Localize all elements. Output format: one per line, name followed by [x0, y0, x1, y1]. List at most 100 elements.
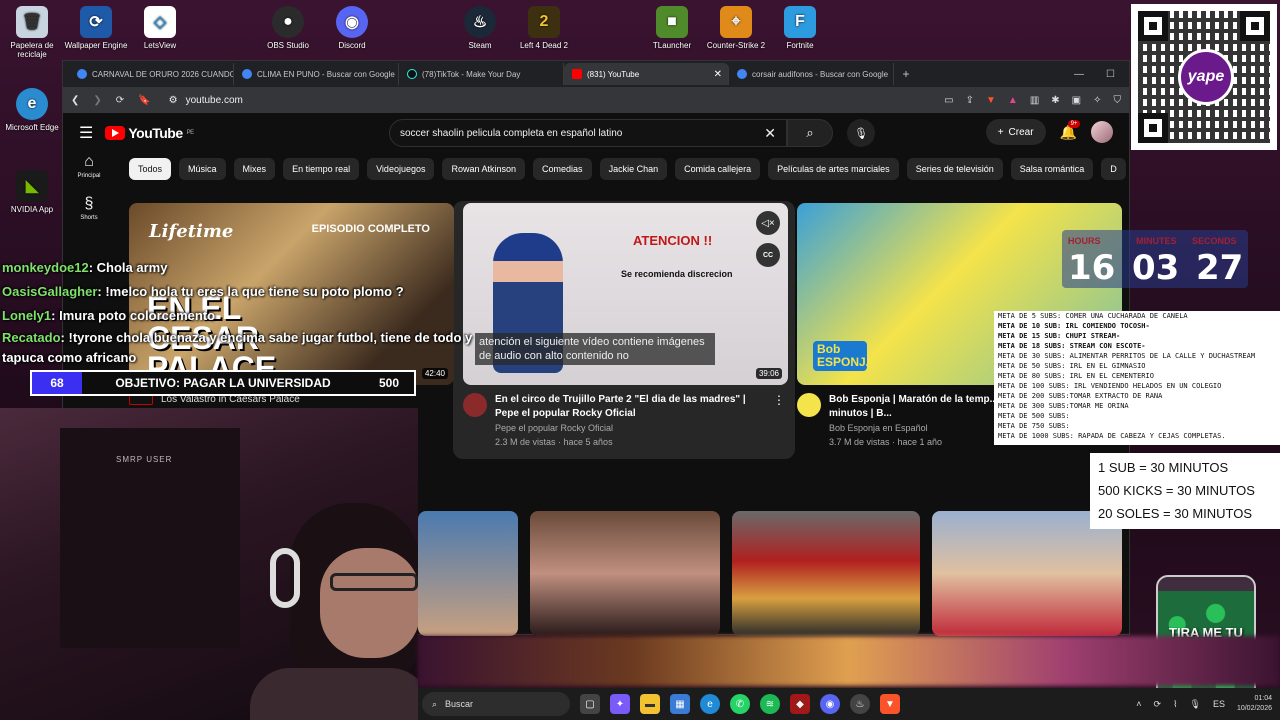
- chip[interactable]: Música: [179, 158, 226, 180]
- edge-icon[interactable]: e: [700, 694, 720, 714]
- avatar[interactable]: [1091, 121, 1113, 143]
- reload-icon[interactable]: ⟳: [116, 95, 124, 106]
- desktop-icon-recycle-bin[interactable]: 🗑 Papelera de reciclaje: [0, 6, 68, 59]
- address-bar[interactable]: ⚙ youtube.com: [169, 95, 243, 106]
- browser-tab[interactable]: CARNAVAL DE ORURO 2026 CUANDO: [69, 63, 234, 85]
- chip[interactable]: Comida callejera: [675, 158, 761, 180]
- brave-shield-icon[interactable]: ▼: [986, 95, 996, 106]
- timer-seconds-label: SECONDS: [1192, 236, 1237, 246]
- app-icon[interactable]: ◆: [790, 694, 810, 714]
- streamer-body: [250, 668, 418, 720]
- discord-icon[interactable]: ◉: [820, 694, 840, 714]
- channel-name[interactable]: Pepe el popular Rocky Oficial: [495, 423, 765, 433]
- vpn-icon[interactable]: ⛉: [1114, 95, 1122, 106]
- chevron-up-icon[interactable]: ˄: [1136, 699, 1141, 709]
- desktop-icon-steam[interactable]: ♨ Steam: [444, 6, 516, 50]
- search-input[interactable]: soccer shaolin pelicula completa en espa…: [389, 119, 787, 147]
- chip[interactable]: Películas de artes marciales: [768, 158, 899, 180]
- chip[interactable]: En tiempo real: [283, 158, 360, 180]
- search-button[interactable]: ⌕: [787, 119, 833, 147]
- desktop-icon-letsview[interactable]: ◇ LetsView: [124, 6, 196, 50]
- whatsapp-icon[interactable]: ✆: [730, 694, 750, 714]
- sync-icon[interactable]: ⟳: [1154, 699, 1162, 710]
- chip-all[interactable]: Todos: [129, 158, 172, 180]
- file-explorer-icon[interactable]: ▬: [640, 694, 660, 714]
- desktop-icon-fortnite[interactable]: F Fortnite: [764, 6, 836, 50]
- window-controls: — ☐: [1074, 69, 1129, 80]
- install-icon[interactable]: ▭: [944, 95, 953, 106]
- browser-tab-active[interactable]: (831) YouTube ✕: [564, 63, 729, 85]
- shorts-icon: §: [84, 195, 94, 212]
- desktop-icon-tlauncher[interactable]: ■ TLauncher: [636, 6, 708, 50]
- tab-bar: CARNAVAL DE ORURO 2026 CUANDO CLIMA EN P…: [63, 61, 1129, 87]
- short-thumbnail[interactable]: [530, 511, 720, 636]
- notifications-button[interactable]: 🔔 9+: [1060, 119, 1081, 141]
- clock[interactable]: 01:04 10/02/2026: [1237, 694, 1272, 714]
- extensions-icon[interactable]: ✱: [1051, 95, 1059, 106]
- leo-icon[interactable]: ✧: [1093, 95, 1101, 106]
- sidebar-item-home[interactable]: ⌂ Principal: [63, 153, 115, 179]
- task-view-icon[interactable]: ▢: [580, 694, 600, 714]
- close-tab-icon[interactable]: ✕: [714, 69, 722, 80]
- chip[interactable]: Mixes: [233, 158, 276, 180]
- site-info-icon[interactable]: ⚙: [169, 95, 178, 106]
- create-button[interactable]: + Crear: [985, 119, 1046, 145]
- short-thumbnail[interactable]: [932, 511, 1122, 636]
- youtube-logo[interactable]: YouTube PE: [105, 125, 194, 141]
- minimize-icon[interactable]: —: [1074, 69, 1084, 80]
- desktop-icon-left4dead2[interactable]: 2 Left 4 Dead 2: [508, 6, 580, 50]
- chip[interactable]: Series de televisión: [906, 158, 1003, 180]
- clear-search-icon[interactable]: ✕: [764, 125, 776, 142]
- tab-title: CARNAVAL DE ORURO 2026 CUANDO: [92, 69, 234, 79]
- chip[interactable]: Comedias: [533, 158, 592, 180]
- spotify-icon[interactable]: ≋: [760, 694, 780, 714]
- wallet-icon[interactable]: ▣: [1072, 95, 1081, 106]
- short-thumbnail[interactable]: [732, 511, 920, 636]
- chip[interactable]: Rowan Atkinson: [442, 158, 526, 180]
- video-title[interactable]: En el circo de Trujillo Parte 2 "El dia …: [495, 393, 765, 421]
- maximize-icon[interactable]: ☐: [1106, 69, 1115, 80]
- chip[interactable]: D: [1101, 158, 1126, 180]
- mic-icon[interactable]: 🎙: [1190, 699, 1201, 710]
- new-tab-icon[interactable]: +: [894, 67, 918, 81]
- store-icon[interactable]: ▦: [670, 694, 690, 714]
- desktop-icon-counter-strike-2[interactable]: ⌖ Counter-Strike 2: [700, 6, 772, 50]
- browser-tab[interactable]: corsair audifonos - Buscar con Google: [729, 63, 894, 85]
- menu-icon[interactable]: ☰: [79, 123, 93, 143]
- taskbar-search[interactable]: ⌕ Buscar: [422, 692, 570, 716]
- rate-line: 500 KICKS = 30 MINUTOS: [1098, 483, 1255, 498]
- mute-icon[interactable]: ◁×: [756, 211, 780, 235]
- wifi-off-icon[interactable]: ⌇: [1173, 699, 1177, 710]
- desktop-icon-wallpaper-engine[interactable]: ⟳ Wallpaper Engine: [60, 6, 132, 50]
- more-options-icon[interactable]: ⋮: [773, 393, 785, 447]
- channel-avatar[interactable]: [797, 393, 821, 417]
- sidebar-icon[interactable]: ▥: [1030, 95, 1039, 106]
- desktop-icon-label: Papelera de reciclaje: [10, 41, 54, 59]
- channel-avatar[interactable]: [463, 393, 487, 417]
- video-thumbnail[interactable]: ATENCION !! Se recomienda discrecion ate…: [463, 203, 788, 385]
- steam-icon[interactable]: ♨: [850, 694, 870, 714]
- voice-search-button[interactable]: 🎙: [847, 119, 875, 147]
- forward-icon[interactable]: ❯: [93, 95, 101, 106]
- desktop-icon-edge[interactable]: e Microsoft Edge: [0, 88, 68, 132]
- chip[interactable]: Videojuegos: [367, 158, 435, 180]
- desktop-icon-nvidia[interactable]: ◣ NVIDIA App: [0, 170, 68, 214]
- short-thumbnail[interactable]: [418, 511, 518, 636]
- captions-icon[interactable]: CC: [756, 243, 780, 267]
- chip[interactable]: Jackie Chan: [599, 158, 668, 180]
- brave-icon[interactable]: ▼: [880, 694, 900, 714]
- share-icon[interactable]: ⇪: [966, 95, 974, 106]
- back-icon[interactable]: ❮: [71, 95, 79, 106]
- desktop-icon-discord[interactable]: ◉ Discord: [316, 6, 388, 50]
- brave-rewards-icon[interactable]: ▲: [1008, 95, 1018, 106]
- browser-tab[interactable]: (78)TikTok - Make Your Day: [399, 63, 564, 85]
- logo-text: YouTube: [128, 125, 183, 141]
- language-indicator[interactable]: ES: [1213, 699, 1225, 709]
- chip[interactable]: Salsa romántica: [1010, 158, 1094, 180]
- video-card[interactable]: ATENCION !! Se recomienda discrecion ate…: [463, 203, 788, 447]
- desktop-icon-obs[interactable]: ● OBS Studio: [252, 6, 324, 50]
- sidebar-item-shorts[interactable]: § Shorts: [63, 195, 115, 221]
- bookmark-icon[interactable]: 🔖: [138, 95, 150, 106]
- copilot-icon[interactable]: ✦: [610, 694, 630, 714]
- browser-tab[interactable]: CLIMA EN PUNO - Buscar con Google: [234, 63, 399, 85]
